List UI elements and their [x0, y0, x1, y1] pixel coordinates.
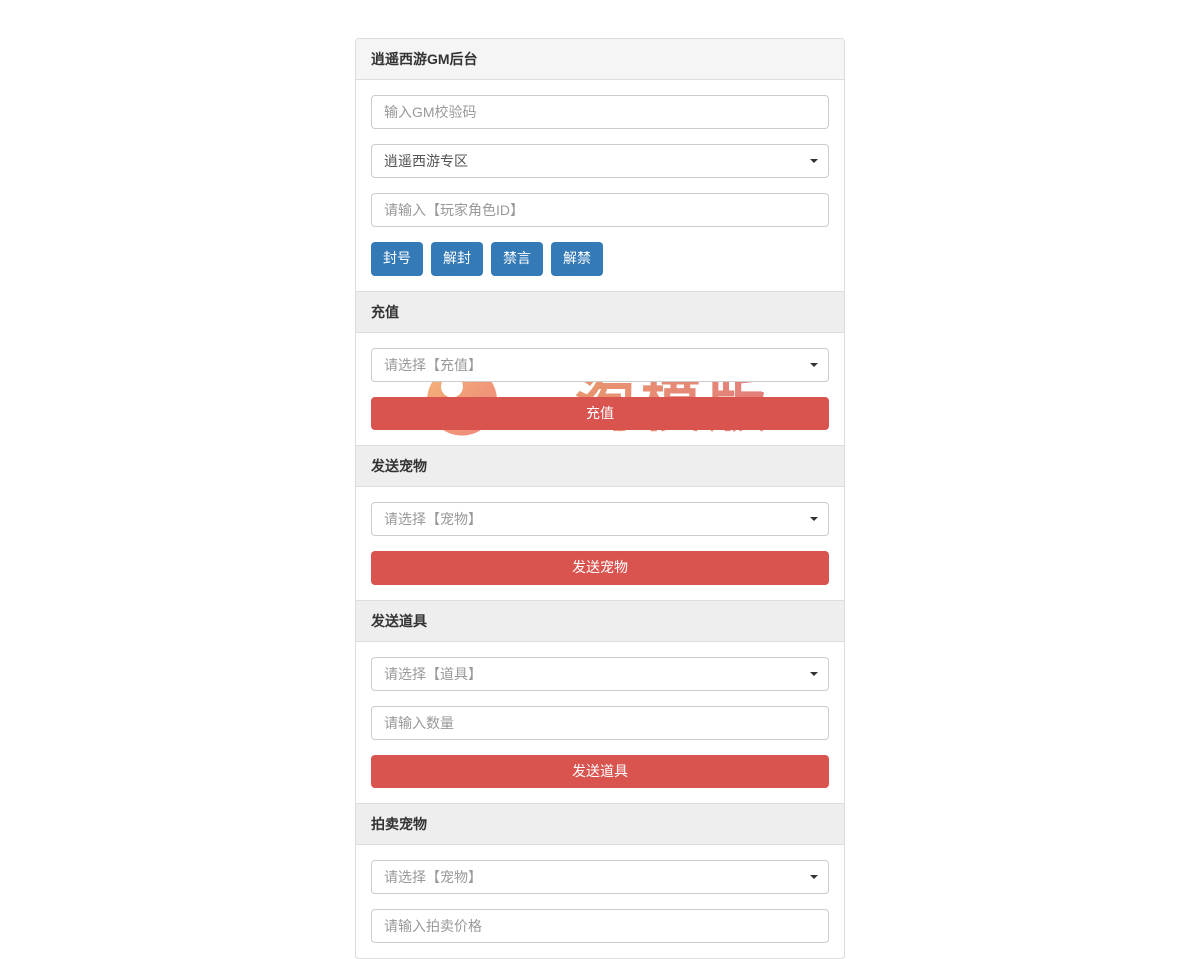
player-id-input[interactable] [371, 193, 829, 227]
send-item-button[interactable]: 发送道具 [371, 755, 829, 789]
section-auction-pet: 拍卖宠物 [356, 803, 844, 845]
caret-down-icon [810, 159, 818, 163]
zone-select[interactable]: 逍遥西游专区 [371, 144, 829, 178]
section-send-pet: 发送宠物 [356, 445, 844, 487]
recharge-button[interactable]: 充值 [371, 397, 829, 431]
mute-button[interactable]: 禁言 [491, 242, 543, 276]
auction-price-input[interactable] [371, 909, 829, 943]
recharge-select[interactable]: 请选择【充值】 [371, 348, 829, 382]
unban-button[interactable]: 解封 [431, 242, 483, 276]
auction-pet-select-placeholder: 请选择【宠物】 [384, 867, 482, 887]
section-recharge: 充值 [356, 291, 844, 333]
caret-down-icon [810, 517, 818, 521]
caret-down-icon [810, 363, 818, 367]
gm-panel: 逍遥西游GM后台 逍遥西游专区 封号 解封 禁言 解禁 充值 请选择【充值】 [355, 38, 845, 959]
gm-code-input[interactable] [371, 95, 829, 129]
ban-button[interactable]: 封号 [371, 242, 423, 276]
item-qty-input[interactable] [371, 706, 829, 740]
pet-select-placeholder: 请选择【宠物】 [384, 509, 482, 529]
pet-select[interactable]: 请选择【宠物】 [371, 502, 829, 536]
item-select-placeholder: 请选择【道具】 [384, 664, 482, 684]
panel-title: 逍遥西游GM后台 [356, 39, 844, 80]
item-select[interactable]: 请选择【道具】 [371, 657, 829, 691]
auction-pet-select[interactable]: 请选择【宠物】 [371, 860, 829, 894]
caret-down-icon [810, 875, 818, 879]
unmute-button[interactable]: 解禁 [551, 242, 603, 276]
recharge-select-placeholder: 请选择【充值】 [384, 355, 482, 375]
send-pet-button[interactable]: 发送宠物 [371, 551, 829, 585]
caret-down-icon [810, 672, 818, 676]
zone-select-value: 逍遥西游专区 [384, 151, 468, 171]
section-send-item: 发送道具 [356, 600, 844, 642]
